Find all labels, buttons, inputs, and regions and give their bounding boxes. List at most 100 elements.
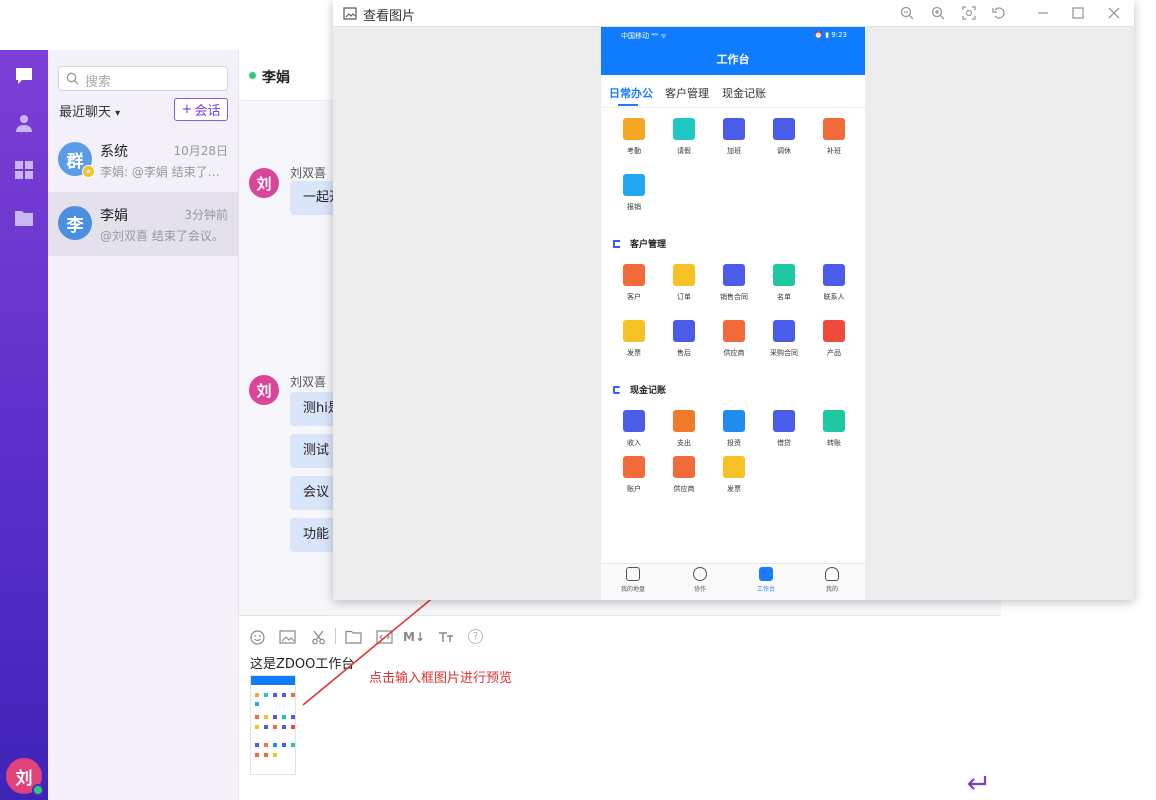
annotation-text: 点击输入框图片进行预览: [369, 671, 513, 686]
image-icon[interactable]: [278, 628, 296, 646]
phone-app-tile: 联系人: [809, 264, 859, 314]
app-tile-icon: [723, 264, 745, 286]
app-tile-icon: [723, 410, 745, 432]
app-tile-label: 支出: [677, 439, 691, 447]
phone-nav-me: 我的: [812, 567, 852, 593]
app-tile-label: 发票: [627, 349, 641, 357]
app-tile-icon: [623, 118, 645, 140]
phone-app-tile: 账户: [609, 456, 659, 506]
phone-app-tile: 供应商: [709, 320, 759, 370]
apps-icon[interactable]: [12, 158, 36, 182]
app-tile-label: 调休: [777, 147, 791, 155]
section-marker-icon: [613, 386, 620, 394]
phone-app-tile: 发票: [709, 456, 759, 506]
new-chat-label: 会话: [194, 104, 221, 119]
phone-app-tile: 供应商: [659, 456, 709, 506]
phone-tab-daily: 日常办公: [609, 87, 653, 100]
phone-nav-home: 我的地盘: [613, 567, 653, 593]
conversation-item-lijuan[interactable]: 李 李娟 3分钟前 @刘双喜 结束了会议。: [48, 192, 238, 256]
phone-app-tile: 补班: [809, 118, 859, 168]
search-input[interactable]: 搜索: [58, 66, 228, 91]
phone-app-tile: 销售合同: [709, 264, 759, 314]
app-tile-label: 联系人: [823, 293, 845, 301]
phone-app-tile: 调休: [759, 118, 809, 168]
app-tile-label: 供应商: [673, 485, 695, 493]
phone-app-tile: 客户: [609, 264, 659, 314]
new-chat-button[interactable]: + 会话: [174, 98, 228, 121]
emoji-icon[interactable]: [248, 628, 266, 646]
fit-screen-icon[interactable]: [961, 5, 977, 21]
avatar-initial: 刘: [256, 381, 272, 400]
app-tile-label: 报销: [627, 203, 641, 211]
app-tile-label: 发票: [727, 485, 741, 493]
crm-section-title: 客户管理: [613, 237, 666, 250]
phone-app-tile: 考勤: [609, 118, 659, 168]
app-tile-label: 客户: [627, 293, 641, 301]
contacts-icon[interactable]: [12, 111, 36, 135]
folder-icon[interactable]: [12, 206, 36, 230]
chevron-down-icon: ▾: [115, 108, 121, 119]
message-avatar: 刘: [249, 168, 279, 198]
phone-tab-cash: 现金记账: [722, 87, 766, 100]
conversation-name: 李娟: [100, 208, 128, 224]
phone-bottom-nav: 我的地盘 协作 工作台 我的: [601, 563, 865, 600]
viewer-title: 查看图片: [363, 9, 416, 24]
my-avatar[interactable]: 刘: [6, 758, 44, 796]
collab-icon: [693, 567, 707, 581]
app-tile-label: 账户: [627, 485, 641, 493]
chat-icon[interactable]: [12, 64, 36, 88]
crm-section-label: 客户管理: [630, 240, 667, 250]
phone-screenshot: 中国移动 ⁴⁶ᴵ ᯤ ⏰ ▮ 9:23 工作台 日常办公 客户管理 现金记账 考…: [601, 27, 865, 600]
image-thumbnail[interactable]: [250, 675, 296, 775]
conversation-time: 3分钟前: [184, 208, 228, 222]
app-tile-icon: [673, 264, 695, 286]
app-tile-label: 加班: [727, 147, 741, 155]
conversation-item-system[interactable]: 群 ★ 系统 10月28日 李娟: @李娟 结束了…: [48, 128, 238, 192]
phone-app-tile: 订单: [659, 264, 709, 314]
message-sender: 刘双喜: [290, 375, 327, 389]
recent-chats-label: 最近聊天: [59, 105, 112, 120]
phone-tab-indicator: [618, 104, 638, 106]
phone-app-tile: 采购合同: [759, 320, 809, 370]
nav-label: 协作: [693, 586, 706, 593]
phone-app-tile: 收入: [609, 410, 659, 460]
avatar-initial: 李: [66, 215, 84, 236]
plus-icon: +: [181, 102, 193, 117]
close-icon[interactable]: [1106, 5, 1122, 21]
avatar: 群 ★: [58, 142, 95, 178]
nav-label: 我的地盘: [620, 586, 645, 593]
app-tile-label: 销售合同: [720, 293, 748, 301]
zoom-in-icon[interactable]: [930, 5, 946, 21]
rotate-icon[interactable]: [991, 5, 1007, 21]
zoom-out-icon[interactable]: [899, 5, 915, 21]
app-tile-icon: [673, 456, 695, 478]
app-tile-label: 产品: [827, 349, 841, 357]
app-tile-icon: [623, 174, 645, 196]
recent-chats-dropdown[interactable]: 最近聊天 ▾: [59, 101, 120, 120]
left-rail: 刘: [0, 50, 48, 800]
app-tile-icon: [723, 320, 745, 342]
viewer-titlebar[interactable]: 查看图片: [333, 0, 1134, 27]
app-tile-icon: [673, 320, 695, 342]
person-icon: [825, 567, 839, 581]
avatar-initial: 刘: [256, 174, 272, 193]
app-tile-label: 转账: [827, 439, 841, 447]
online-dot: [249, 72, 256, 79]
app-tile-label: 订单: [677, 293, 691, 301]
app-tile-label: 请假: [677, 147, 691, 155]
phone-app-tile: 借贷: [759, 410, 809, 460]
app-tile-icon: [773, 264, 795, 286]
status-carrier: 中国移动 ⁴⁶ᴵ ᯤ: [621, 32, 667, 40]
app-tile-icon: [673, 118, 695, 140]
app-tile-label: 考勤: [627, 147, 641, 155]
app-tile-label: 供应商: [723, 349, 745, 357]
image-viewer-window[interactable]: 查看图片 中国移动 ⁴⁶ᴵ ᯤ ⏰ ▮ 9:23 工作台 日常办公 客户管理 现…: [333, 0, 1134, 600]
status-time: ⏰ ▮ 9:23: [814, 31, 847, 39]
thumb-header: [251, 676, 295, 685]
app-tile-label: 采购合同: [770, 349, 798, 357]
maximize-icon[interactable]: [1070, 5, 1086, 21]
conversation-preview: 李娟: @李娟 结束了…: [100, 165, 220, 179]
send-icon[interactable]: [966, 774, 988, 792]
minimize-icon[interactable]: [1035, 5, 1051, 21]
phone-nav-workbench: 工作台: [746, 567, 786, 593]
